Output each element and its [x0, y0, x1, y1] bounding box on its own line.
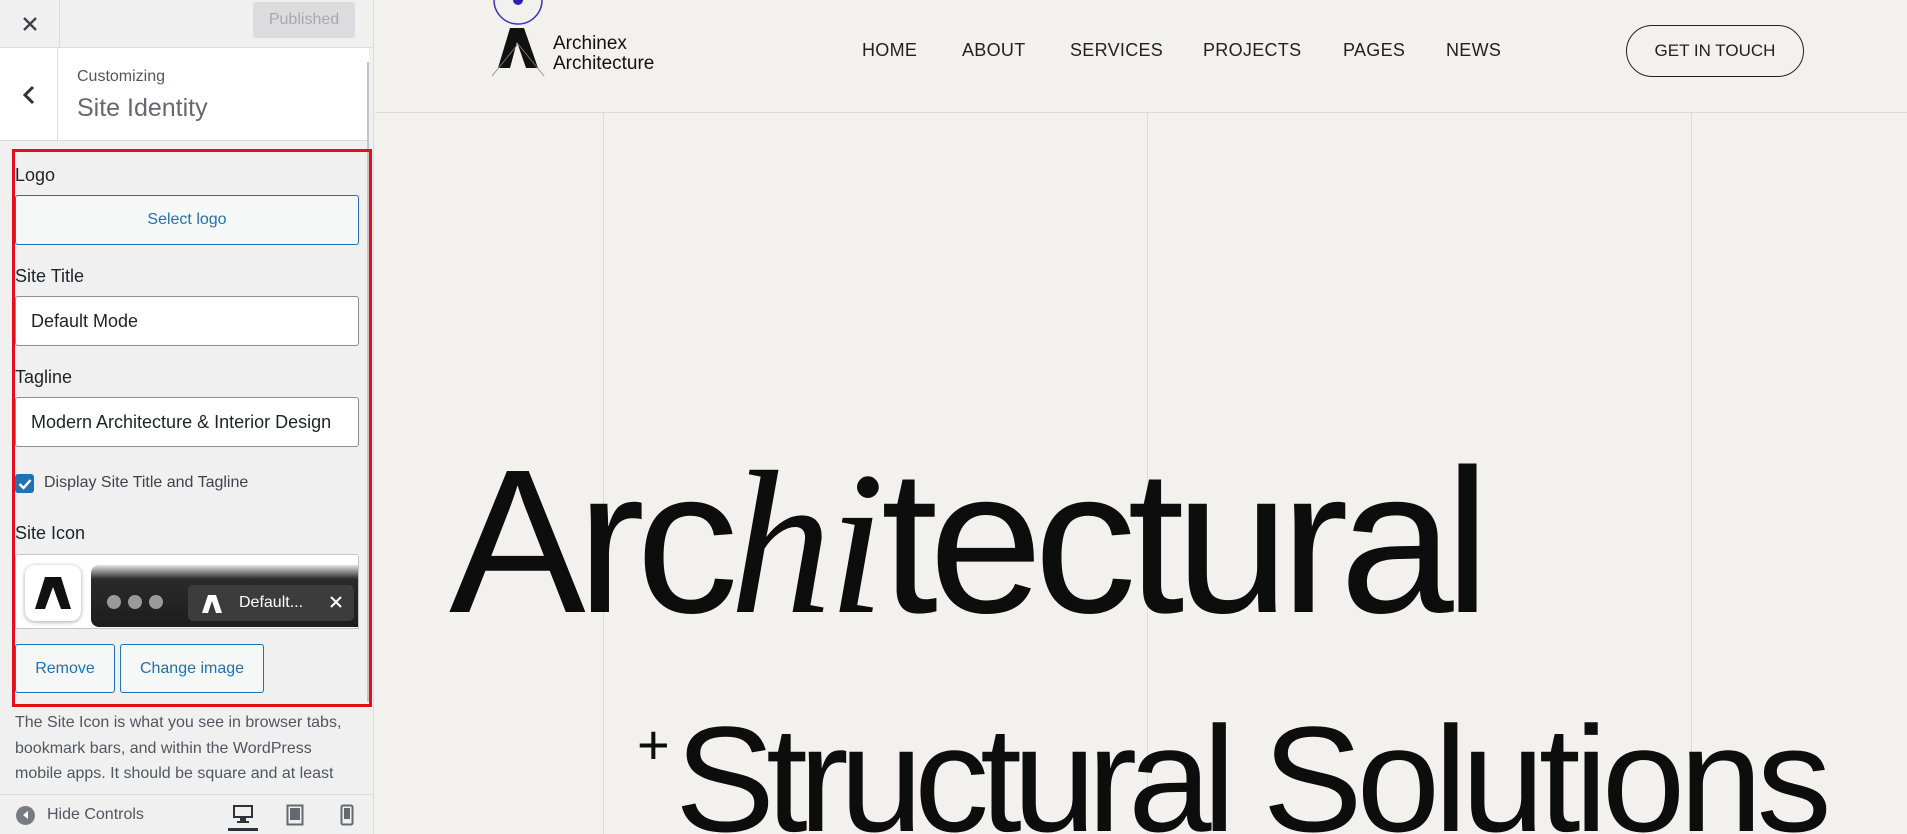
mobile-icon [340, 804, 354, 826]
tagline-label: Tagline [15, 367, 73, 387]
window-dot [149, 595, 163, 609]
nav-projects[interactable]: PROJECTS [1203, 40, 1301, 61]
remove-icon-button[interactable]: Remove [15, 644, 115, 693]
tagline-input[interactable]: Modern Architecture & Interior Design [15, 397, 359, 447]
nav-services[interactable]: SERVICES [1070, 40, 1163, 61]
window-dot [128, 595, 142, 609]
change-image-button[interactable]: Change image [120, 644, 264, 693]
hero-bold-word: Solutions [1262, 695, 1832, 834]
brand-line-1: Archinex [553, 33, 627, 54]
site-preview: Archinex Architecture HOME ABOUT SERVICE… [375, 0, 1907, 834]
nav-home[interactable]: HOME [862, 40, 917, 61]
section-title: Site Identity [77, 94, 208, 122]
site-title-label: Site Title [15, 266, 85, 286]
browser-tab: Default... [188, 585, 354, 621]
chevron-left-icon [22, 85, 34, 104]
collapse-arrow-icon [16, 805, 35, 825]
hide-controls-button[interactable]: Hide Controls [16, 801, 144, 829]
nav-about[interactable]: ABOUT [962, 40, 1026, 61]
archinex-logo-icon [35, 577, 71, 609]
hero-word-part: Arc [449, 427, 738, 656]
hide-controls-label: Hide Controls [47, 806, 144, 823]
nav-news[interactable]: NEWS [1446, 40, 1501, 61]
hero-subheading: Structural Solutions [675, 695, 1832, 834]
display-title-tagline-label: Display Site Title and Tagline [44, 474, 249, 491]
site-icon-label: Site Icon [15, 523, 86, 543]
tablet-preview-button[interactable] [280, 799, 310, 831]
brand-line-2: Architecture [553, 53, 655, 74]
checkmark-icon [18, 478, 31, 490]
site-icon-preview: Default... [15, 554, 359, 629]
logo-focus-indicator-icon[interactable] [490, 0, 546, 26]
browser-tab-preview: Default... [91, 565, 358, 627]
desktop-preview-button[interactable] [228, 799, 258, 831]
nav-pages[interactable]: PAGES [1343, 40, 1405, 61]
customizer-topbar: Published [0, 0, 373, 73]
logo-label: Logo [15, 165, 56, 185]
site-icon-description: The Site Icon is what you see in browser… [15, 714, 342, 782]
window-dot [107, 595, 121, 609]
display-title-tagline-checkbox[interactable] [15, 474, 34, 493]
select-logo-button[interactable]: Select logo [15, 195, 359, 245]
app-icon-preview [25, 565, 81, 621]
customizer-sidebar: Published Customizing Site Identity Logo… [0, 0, 374, 834]
hero-heading: Architectural [449, 430, 1490, 657]
customizer-footer: Hide Controls [0, 794, 373, 834]
mobile-preview-button[interactable] [332, 799, 362, 831]
tablet-icon [286, 804, 304, 826]
hero-italic-part: hi [729, 430, 885, 657]
favicon-icon [202, 595, 222, 613]
hero-light-word: Structural [675, 695, 1236, 834]
browser-tab-title: Default... [239, 594, 304, 611]
get-in-touch-button[interactable]: GET IN TOUCH [1626, 25, 1804, 77]
customizing-label: Customizing [77, 68, 166, 85]
archinex-logo-icon[interactable] [490, 24, 550, 78]
hero-plus-symbol: + [637, 713, 670, 776]
site-title-input[interactable]: Default Mode [15, 296, 359, 346]
customizer-screen: Published Customizing Site Identity Logo… [0, 0, 1907, 834]
close-customizer-button[interactable] [0, 0, 60, 47]
published-button[interactable]: Published [253, 2, 355, 38]
brand-name[interactable]: Archinex Architecture [553, 34, 654, 74]
section-header: Customizing Site Identity [0, 48, 369, 141]
back-button[interactable] [0, 48, 58, 141]
tab-close-icon [323, 589, 349, 615]
desktop-icon [233, 804, 253, 823]
header-divider [375, 112, 1907, 113]
hero-word-part: tectural [880, 427, 1490, 656]
close-icon [22, 16, 37, 31]
